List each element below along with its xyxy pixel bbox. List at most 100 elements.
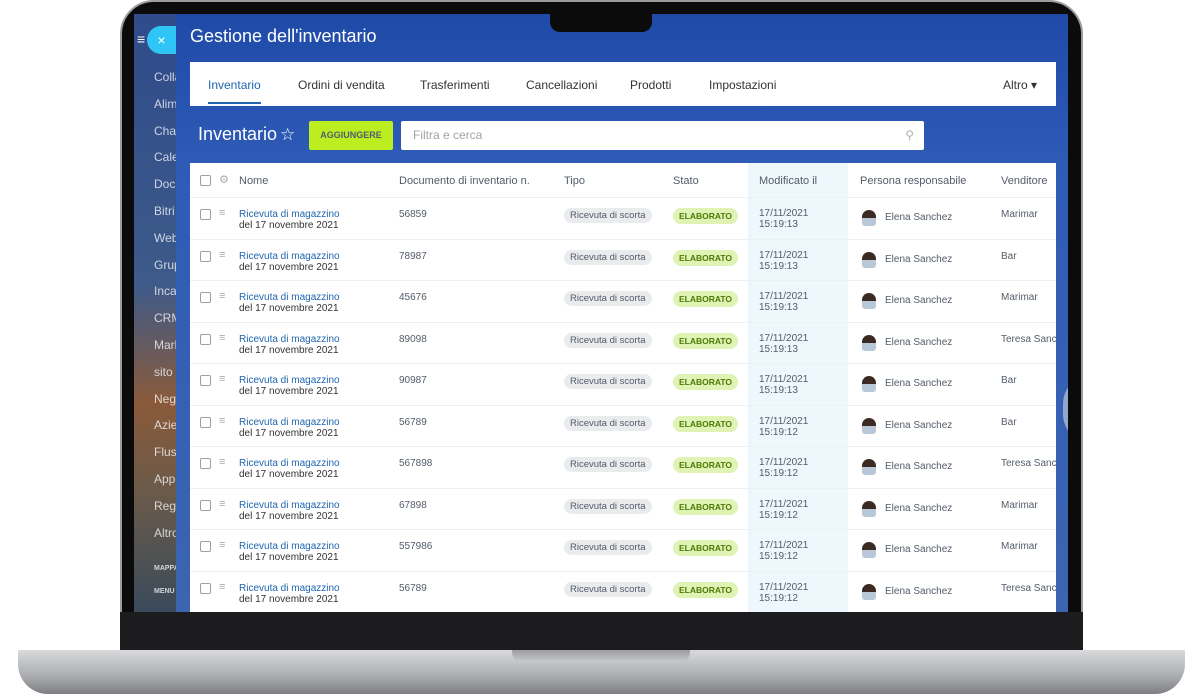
avatar — [862, 293, 876, 309]
column-header[interactable]: Venditore — [1001, 175, 1047, 187]
sidebar-item[interactable]: Altro — [154, 526, 176, 540]
modified-time: 15:19:12 — [759, 592, 798, 604]
sidebar-item[interactable]: Alim — [154, 97, 176, 111]
sidebar-item[interactable]: Regi — [154, 499, 176, 513]
document-link[interactable]: Ricevuta di magazzino — [239, 334, 340, 345]
column-header[interactable]: Stato — [673, 175, 699, 187]
sidebar-item[interactable]: Bitri — [154, 204, 176, 218]
row-checkbox[interactable] — [200, 416, 211, 428]
document-date: del 17 novembre 2021 — [239, 344, 339, 356]
drag-handle-icon[interactable]: ≡ — [219, 581, 225, 593]
row-checkbox[interactable] — [200, 541, 211, 552]
laptop-groove — [512, 650, 690, 662]
responsible-person[interactable]: Elena Sanchez — [885, 212, 952, 223]
sidebar-item[interactable]: sito — [154, 365, 176, 379]
drag-handle-icon[interactable]: ≡ — [219, 373, 225, 385]
type-tag: Ricevuta di scorta — [564, 208, 652, 223]
tab-impostazioni[interactable]: Impostazioni — [709, 78, 776, 92]
sidebar-item[interactable]: Azie — [154, 418, 176, 432]
modified-time: 15:19:13 — [759, 343, 798, 355]
drag-handle-icon[interactable]: ≡ — [219, 332, 225, 344]
sidebar-item[interactable]: Inca — [154, 284, 176, 298]
responsible-person[interactable]: Elena Sanchez — [885, 503, 952, 514]
responsible-person[interactable]: Elena Sanchez — [885, 420, 952, 431]
responsible-person[interactable]: Elena Sanchez — [885, 586, 952, 597]
sidebar-footer-item[interactable]: MENU — [154, 588, 176, 595]
sidebar-item[interactable]: Chat — [154, 124, 176, 138]
column-header[interactable]: Documento di inventario n. — [399, 175, 530, 187]
column-header[interactable]: Persona responsabile — [860, 175, 966, 187]
sidebar-item[interactable]: Colla — [154, 70, 176, 84]
row-checkbox[interactable] — [200, 458, 211, 469]
document-link[interactable]: Ricevuta di magazzino — [239, 583, 340, 594]
avatar — [862, 417, 876, 434]
sidebar-item[interactable]: Nego — [154, 392, 176, 406]
drag-handle-icon[interactable]: ≡ — [219, 539, 225, 551]
responsible-person[interactable]: Elena Sanchez — [885, 544, 952, 555]
menu-icon[interactable]: ≡ — [137, 31, 145, 47]
row-checkbox[interactable] — [200, 292, 211, 303]
modified-date: 17/11/2021 — [759, 291, 809, 302]
row-checkbox[interactable] — [200, 209, 211, 220]
table-row: ≡ Ricevuta di magazzino del 17 novembre 20… — [190, 197, 1056, 239]
document-link[interactable]: Ricevuta di magazzino — [239, 292, 340, 303]
sidebar-item[interactable]: Fluss — [154, 445, 176, 459]
responsible-person[interactable]: Elena Sanchez — [885, 378, 952, 389]
tab-ordini-di-vendita[interactable]: Ordini di vendita — [298, 78, 385, 92]
document-link[interactable]: Ricevuta di magazzino — [239, 541, 340, 552]
sidebar-item[interactable]: Cale — [154, 150, 176, 164]
column-header[interactable]: Tipo — [564, 175, 585, 187]
responsible-person[interactable]: Elena Sanchez — [885, 461, 952, 472]
modified-date: 17/11/2021 — [759, 581, 809, 593]
vendor: Marimar — [1001, 499, 1038, 511]
vendor: Bar — [1001, 375, 1017, 386]
document-link[interactable]: Ricevuta di magazzino — [239, 458, 340, 469]
row-checkbox[interactable] — [200, 582, 211, 594]
tab-more[interactable]: Altro ▾ — [1003, 78, 1037, 92]
document-date: del 17 novembre 2021 — [239, 261, 339, 273]
responsible-person[interactable]: Elena Sanchez — [885, 254, 952, 265]
document-link[interactable]: Ricevuta di magazzino — [239, 417, 340, 428]
search-icon[interactable]: ⚲ — [905, 121, 914, 150]
tab-inventario[interactable]: Inventario — [208, 78, 261, 104]
vendor: Teresa Sanchez — [1001, 582, 1056, 594]
sidebar-footer-item[interactable]: MAPPA — [154, 565, 176, 572]
drag-handle-icon[interactable]: ≡ — [219, 249, 225, 261]
tab-trasferimenti[interactable]: Trasferimenti — [420, 78, 490, 92]
star-icon[interactable]: ☆ — [280, 125, 295, 145]
close-icon[interactable]: × — [147, 26, 176, 54]
document-link[interactable]: Ricevuta di magazzino — [239, 251, 340, 262]
camera-notch — [550, 14, 652, 32]
sidebar-item[interactable]: Web — [154, 231, 176, 245]
row-checkbox[interactable] — [200, 499, 211, 511]
gear-icon[interactable]: ⚙ — [219, 173, 229, 186]
responsible-person[interactable]: Elena Sanchez — [885, 295, 952, 306]
drag-handle-icon[interactable]: ≡ — [219, 290, 225, 302]
responsible-person[interactable]: Elena Sanchez — [885, 337, 952, 348]
document-link[interactable]: Ricevuta di magazzino — [239, 500, 340, 511]
sidebar-item[interactable]: Mark — [154, 338, 176, 352]
column-header[interactable]: Modificato il — [759, 175, 817, 187]
avatar — [862, 542, 876, 558]
chevron-right-icon[interactable]: › — [1063, 374, 1068, 444]
drag-handle-icon[interactable]: ≡ — [219, 456, 225, 468]
select-all-checkbox[interactable] — [200, 175, 211, 186]
sidebar-item[interactable]: CRM — [154, 311, 176, 325]
drag-handle-icon[interactable]: ≡ — [219, 207, 225, 219]
search-input[interactable]: Filtra e cerca ⚲ — [401, 121, 924, 150]
row-checkbox[interactable] — [200, 375, 211, 386]
table-row: ≡ Ricevuta di magazzino del 17 novembre 20… — [190, 280, 1056, 322]
add-button[interactable]: AGGIUNGERE — [309, 121, 393, 150]
column-header[interactable]: Nome — [239, 175, 268, 187]
drag-handle-icon[interactable]: ≡ — [219, 498, 225, 510]
drag-handle-icon[interactable]: ≡ — [219, 415, 225, 427]
document-link[interactable]: Ricevuta di magazzino — [239, 209, 340, 220]
row-checkbox[interactable] — [200, 250, 211, 262]
row-checkbox[interactable] — [200, 333, 211, 345]
sidebar-item[interactable]: Appl — [154, 472, 176, 486]
tab-prodotti[interactable]: Prodotti — [630, 78, 671, 92]
tab-cancellazioni[interactable]: Cancellazioni — [526, 78, 597, 92]
document-link[interactable]: Ricevuta di magazzino — [239, 375, 340, 386]
sidebar-item[interactable]: Docu — [154, 177, 176, 191]
sidebar-item[interactable]: Grup — [154, 258, 176, 272]
